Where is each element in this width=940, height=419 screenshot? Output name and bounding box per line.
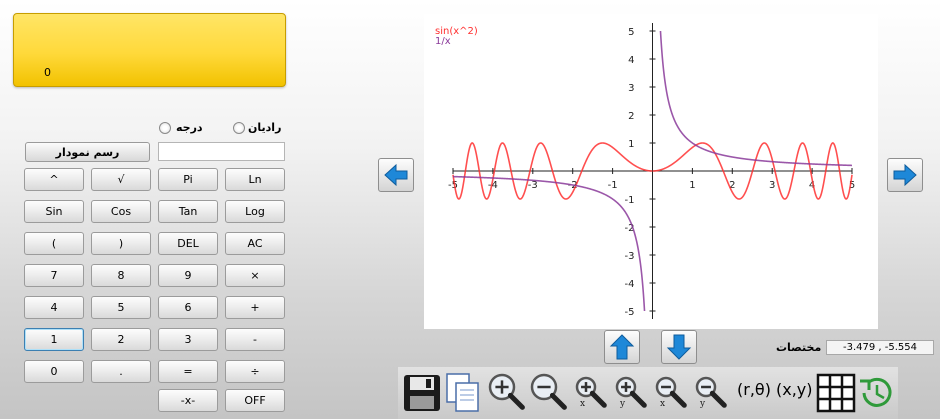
zoom-out-icon	[530, 373, 567, 410]
zoom-in-icon	[488, 373, 525, 410]
radian-radio[interactable]	[233, 122, 245, 134]
coordinates-value: -3.479 , -5.554	[826, 340, 934, 355]
key-r2-c1[interactable]: )	[91, 232, 151, 255]
key-r2-c2[interactable]: DEL	[158, 232, 218, 255]
copy-button[interactable]	[444, 371, 484, 415]
x-tick-label: -5	[448, 180, 458, 191]
key-r0-c1[interactable]: √	[91, 168, 151, 191]
pan-left-button[interactable]	[378, 158, 414, 192]
key-r3-c0[interactable]: 7	[24, 264, 84, 287]
series-line	[452, 175, 646, 312]
svg-text:x: x	[580, 399, 585, 409]
zoom-in-x-button[interactable]: x	[572, 371, 612, 415]
key-r1-c0[interactable]: Sin	[24, 200, 84, 223]
key-r1-c3[interactable]: Log	[225, 200, 285, 223]
key-r1-c1[interactable]: Cos	[91, 200, 151, 223]
key-r3-c2[interactable]: 9	[158, 264, 218, 287]
x-tick-label: -1	[608, 180, 618, 191]
key-r3-c1[interactable]: 8	[91, 264, 151, 287]
key-r7-c3[interactable]: OFF	[225, 389, 285, 412]
key-r3-c3[interactable]: ×	[225, 264, 285, 287]
key-r7-c2[interactable]: -x-	[158, 389, 218, 412]
key-r5-c0[interactable]: 1	[24, 328, 84, 351]
key-r6-c0[interactable]: 0	[24, 360, 84, 383]
arrow-left-icon	[384, 163, 408, 187]
arrow-up-icon	[609, 334, 635, 360]
y-tick-label: -5	[625, 307, 635, 318]
key-r0-c2[interactable]: Pi	[158, 168, 218, 191]
grid-toggle-button[interactable]	[816, 371, 856, 415]
key-r2-c3[interactable]: AC	[225, 232, 285, 255]
key-r5-c1[interactable]: 2	[91, 328, 151, 351]
history-icon	[860, 377, 892, 407]
key-r6-c3[interactable]: ÷	[225, 360, 285, 383]
graph-area[interactable]: -5 -4 -3 -2 -1 1 2 3 4 5 -5 -4 -3 -2 -1 1 2 3 4 5 sin(x^2) 1/…	[424, 14, 878, 329]
key-r0-c0[interactable]: ^	[24, 168, 84, 191]
zoom-out-y-button[interactable]: y	[692, 371, 732, 415]
key-r6-c1[interactable]: .	[91, 360, 151, 383]
zoom-in-button[interactable]	[486, 371, 526, 415]
zoom-in-icon: x	[575, 376, 607, 409]
history-button[interactable]	[856, 371, 896, 415]
y-tick-label: 4	[628, 55, 634, 66]
coordinates-label: مختصات :	[776, 341, 830, 354]
key-r1-c2[interactable]: Tan	[158, 200, 218, 223]
function-input[interactable]	[158, 142, 285, 161]
key-r4-c2[interactable]: 6	[158, 296, 218, 319]
copy-icon	[446, 373, 479, 412]
arrow-right-icon	[893, 163, 917, 187]
y-tick-label: -1	[625, 195, 635, 206]
radian-label: رادیان	[248, 121, 282, 134]
y-tick-label: 5	[628, 27, 634, 38]
pan-right-button[interactable]	[887, 158, 923, 192]
svg-text:y: y	[699, 399, 706, 409]
zoom-in-icon: y	[615, 376, 647, 409]
series-line	[659, 30, 853, 167]
zoom-out-x-button[interactable]: x	[652, 371, 692, 415]
key-r0-c3[interactable]: Ln	[225, 168, 285, 191]
y-tick-label: -4	[625, 279, 635, 290]
y-tick-label: 1	[628, 139, 634, 150]
pan-up-button[interactable]	[604, 330, 640, 364]
function-chart: -5 -4 -3 -2 -1 1 2 3 4 5-5-4-3-2-112345sin(x^2)1/…	[435, 23, 855, 319]
degree-label: درجه	[176, 121, 203, 134]
x-tick-label: 1	[689, 180, 695, 191]
save-button[interactable]	[402, 371, 442, 415]
key-r5-c3[interactable]: -	[225, 328, 285, 351]
arrow-down-icon	[666, 334, 692, 360]
svg-text:y: y	[619, 399, 626, 409]
polar-coordinates-button[interactable]: (r,θ)	[737, 380, 771, 399]
key-r2-c0[interactable]: (	[24, 232, 84, 255]
display-value: 0	[44, 66, 51, 79]
key-r4-c0[interactable]: 4	[24, 296, 84, 319]
pan-down-button[interactable]	[661, 330, 697, 364]
key-r4-c1[interactable]: 5	[91, 296, 151, 319]
y-tick-label: 2	[628, 111, 634, 122]
zoom-out-icon: x	[655, 376, 687, 409]
y-tick-label: 3	[628, 83, 634, 94]
x-tick-label: 3	[769, 180, 775, 191]
key-r6-c2[interactable]: =	[158, 360, 218, 383]
legend-entry: 1/x	[435, 36, 451, 47]
cartesian-coordinates-button[interactable]: (x,y)	[776, 380, 813, 399]
x-tick-label: -3	[528, 180, 538, 191]
save-icon	[404, 375, 440, 411]
draw-graph-button[interactable]: رسم نمودار	[25, 142, 150, 162]
key-r5-c2[interactable]: 3	[158, 328, 218, 351]
key-r4-c3[interactable]: +	[225, 296, 285, 319]
calculator-display	[13, 13, 286, 87]
grid-icon	[816, 373, 856, 413]
zoom-out-button[interactable]	[528, 371, 568, 415]
y-tick-label: -3	[625, 251, 635, 262]
degree-radio[interactable]	[159, 122, 171, 134]
zoom-out-icon: y	[695, 376, 727, 409]
svg-text:x: x	[660, 399, 665, 409]
zoom-in-y-button[interactable]: y	[612, 371, 652, 415]
